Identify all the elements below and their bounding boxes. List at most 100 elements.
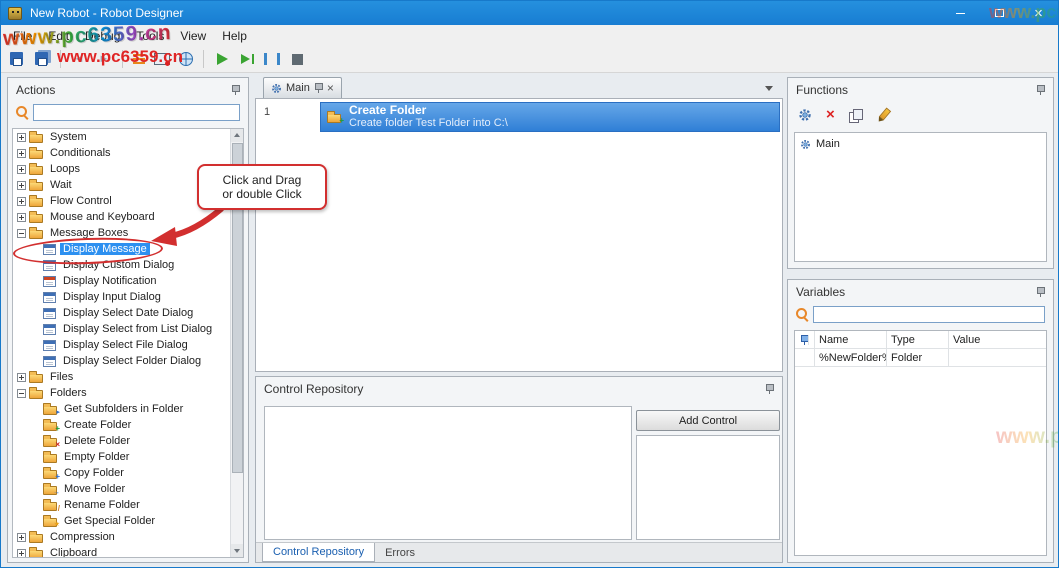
copy-function-icon[interactable] — [848, 108, 863, 123]
tree-item[interactable]: Copy Folder — [13, 465, 243, 481]
save-icon[interactable] — [9, 51, 25, 67]
column-value[interactable]: Value — [949, 331, 1046, 348]
tree-item-label: Files — [50, 371, 74, 383]
pin-icon[interactable] — [1036, 85, 1045, 95]
tree-item[interactable]: Get Special Folder — [13, 513, 243, 529]
toolbar-separator — [122, 50, 123, 68]
step-icon[interactable] — [239, 51, 255, 67]
column-type[interactable]: Type — [887, 331, 949, 348]
pin-icon[interactable] — [765, 384, 774, 394]
function-item[interactable]: Main — [800, 136, 1041, 152]
scroll-up-icon[interactable] — [231, 129, 243, 142]
delete-function-icon[interactable]: × — [826, 107, 835, 122]
rename-function-icon[interactable] — [876, 109, 889, 122]
tree-item[interactable]: Compression — [13, 529, 243, 545]
control-repository-list[interactable] — [264, 406, 632, 540]
tab-strip: Main × — [255, 77, 783, 98]
tree-item-label: Empty Folder — [64, 451, 130, 463]
functions-panel: Functions × Main — [787, 77, 1054, 269]
pause-icon[interactable] — [264, 51, 280, 67]
cr-tab[interactable]: Control Repository — [262, 543, 376, 562]
column-name[interactable]: Name — [815, 331, 887, 348]
pin-icon[interactable] — [231, 85, 240, 95]
expander-icon[interactable] — [17, 180, 26, 190]
variable-row[interactable]: %NewFolder% Folder — [795, 349, 1046, 367]
expander-icon[interactable] — [17, 148, 26, 158]
tree-item[interactable]: Display Select Folder Dialog — [13, 353, 243, 369]
tree-item-icon — [43, 435, 60, 449]
pin-column-icon — [800, 334, 809, 345]
maximize-button[interactable] — [980, 1, 1019, 25]
expander-icon[interactable] — [17, 196, 26, 206]
variables-table-header: Name Type Value — [795, 331, 1046, 349]
toolbar — [1, 46, 1058, 73]
minimize-button[interactable] — [941, 1, 980, 25]
expander-icon[interactable] — [17, 388, 26, 398]
record-icon[interactable] — [154, 51, 170, 67]
tree-item-icon — [29, 131, 43, 143]
tree-item[interactable]: Clipboard — [13, 545, 243, 557]
run-icon[interactable] — [214, 51, 230, 67]
tree-item[interactable]: Files — [13, 369, 243, 385]
tree-item[interactable]: System — [13, 129, 243, 145]
tree-item[interactable]: Delete Folder — [13, 433, 243, 449]
save-all-icon[interactable] — [34, 51, 50, 67]
tree-item-icon — [29, 179, 43, 191]
tree-item[interactable]: Empty Folder — [13, 449, 243, 465]
expander-icon[interactable] — [17, 228, 26, 238]
menu-item[interactable]: Edit — [40, 27, 77, 45]
expander-icon[interactable] — [17, 548, 26, 557]
pin-icon[interactable] — [1036, 287, 1045, 297]
actions-list-icon[interactable] — [133, 54, 145, 64]
add-function-icon[interactable] — [798, 108, 812, 122]
redo-icon[interactable] — [96, 51, 112, 67]
menu-item[interactable]: View — [172, 27, 214, 45]
expander-icon[interactable] — [17, 372, 26, 382]
tree-item-label: Get Subfolders in Folder — [64, 403, 184, 415]
publish-globe-icon[interactable] — [179, 52, 193, 66]
menu-item[interactable]: Tools — [128, 27, 172, 45]
expander-icon[interactable] — [17, 532, 26, 542]
toolbar-separator — [60, 50, 61, 68]
close-button[interactable]: × — [1019, 1, 1058, 25]
expander-icon[interactable] — [17, 164, 26, 174]
expander-icon[interactable] — [17, 212, 26, 222]
step-title: Create Folder — [349, 103, 427, 117]
tree-item[interactable]: Display Select from List Dialog — [13, 321, 243, 337]
tab-main[interactable]: Main × — [263, 77, 342, 98]
tree-item-label: Conditionals — [50, 147, 111, 159]
tab-label: Main — [286, 82, 310, 94]
scroll-down-icon[interactable] — [231, 544, 243, 557]
tree-item-icon — [43, 355, 56, 367]
tree-item[interactable]: Conditionals — [13, 145, 243, 161]
tab-close-icon[interactable]: × — [327, 82, 334, 94]
app-icon — [8, 6, 22, 20]
stop-icon[interactable] — [289, 51, 305, 67]
tree-item[interactable]: Move Folder — [13, 481, 243, 497]
add-control-button[interactable]: Add Control — [636, 410, 780, 431]
tree-item[interactable]: Display Notification — [13, 273, 243, 289]
undo-icon[interactable] — [71, 51, 87, 67]
tab-list-dropdown-icon[interactable] — [765, 86, 773, 91]
variables-search-input[interactable] — [813, 306, 1045, 323]
menu-item[interactable]: Debug — [77, 27, 128, 45]
actions-search-input[interactable] — [33, 104, 240, 121]
actions-panel-title: Actions — [16, 83, 56, 97]
tree-item[interactable]: Display Input Dialog — [13, 289, 243, 305]
tree-item[interactable]: Folders — [13, 385, 243, 401]
tree-item-label: Create Folder — [64, 419, 132, 431]
tree-item[interactable]: Display Select File Dialog — [13, 337, 243, 353]
expander-icon[interactable] — [17, 132, 26, 142]
tab-pin-icon[interactable] — [314, 83, 323, 93]
menu-item[interactable]: Help — [214, 27, 255, 45]
tree-item[interactable]: Get Subfolders in Folder — [13, 401, 243, 417]
action-step-create-folder[interactable]: Create Folder Create folder Test Folder … — [320, 102, 780, 132]
script-editor[interactable]: 1 Create Folder Create folder Test Folde… — [255, 98, 783, 372]
tree-item-icon — [29, 531, 43, 543]
cr-tab[interactable]: Errors — [375, 543, 425, 562]
menu-item[interactable]: File — [5, 27, 40, 45]
close-icon: × — [1034, 4, 1043, 22]
tree-item[interactable]: Display Select Date Dialog — [13, 305, 243, 321]
tree-item[interactable]: Create Folder — [13, 417, 243, 433]
tree-item[interactable]: Rename Folder — [13, 497, 243, 513]
